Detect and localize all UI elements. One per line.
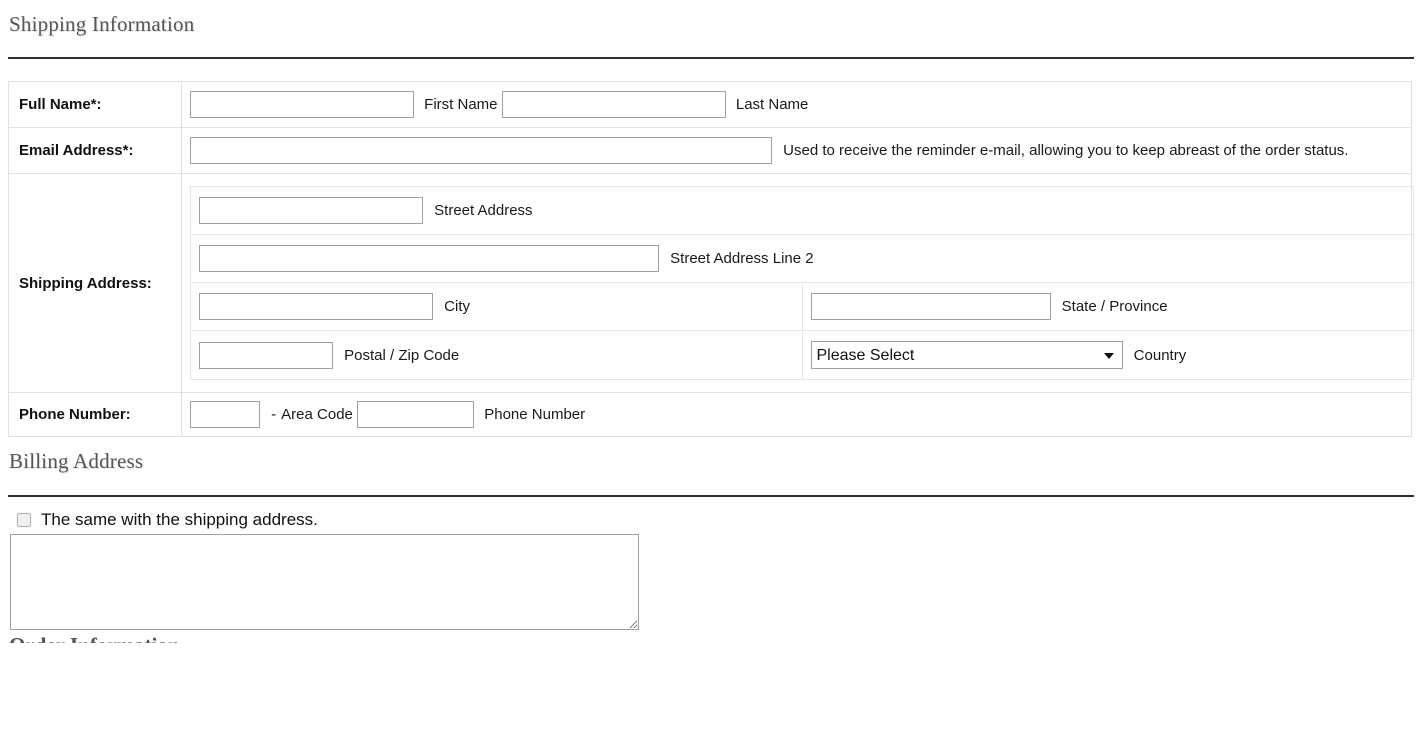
phone-dash: -: [271, 406, 277, 423]
table-row-phone: Phone Number: - Area Code Phone Number: [8, 392, 1412, 437]
same-as-shipping-row: The same with the shipping address.: [13, 511, 1428, 528]
phone-number-hint: Phone Number: [484, 406, 586, 423]
billing-section-title: Billing Address: [9, 449, 144, 473]
phone-number-input[interactable]: [357, 401, 475, 428]
state-province-input[interactable]: [810, 293, 1051, 320]
country-select[interactable]: Please Select: [810, 341, 1123, 369]
state-province-hint: State / Province: [1061, 298, 1168, 315]
next-section-title: Order Information: [0, 630, 1428, 643]
page-title: Shipping Information: [9, 12, 195, 36]
full-name-label: Full Name*:: [8, 81, 182, 128]
country-hint: Country: [1133, 346, 1187, 364]
table-row-email: Email Address*: Used to receive the remi…: [8, 127, 1412, 174]
table-row-full-name: Full Name*: First Name Last Name: [8, 81, 1412, 128]
city-cell: City: [190, 282, 803, 331]
heading-divider: [8, 57, 1414, 59]
street-address-line2-hint: Street Address Line 2: [670, 250, 814, 267]
table-row-zip-country: Postal / Zip Code Please Select Country: [190, 330, 1414, 380]
area-code-hint: Area Code: [281, 406, 353, 423]
email-input[interactable]: [190, 137, 772, 164]
shipping-address-fields: Street Address Street Address Line 2 Cit…: [181, 173, 1414, 393]
shipping-form-page: Shipping Information Full Name*: First N…: [0, 0, 1428, 643]
same-as-shipping-checkbox[interactable]: [17, 512, 31, 527]
city-input[interactable]: [199, 293, 433, 320]
city-hint: City: [444, 298, 471, 315]
table-row-shipping-address: Shipping Address: Street Address Street …: [8, 173, 1414, 393]
phone-fields: - Area Code Phone Number: [181, 392, 1412, 437]
state-cell: State / Province: [801, 282, 1414, 331]
street-address-line2-input[interactable]: [199, 245, 659, 272]
zip-cell: Postal / Zip Code: [190, 330, 803, 380]
postal-zip-input[interactable]: [199, 341, 333, 369]
email-hint: Used to receive the reminder e-mail, all…: [783, 142, 1349, 159]
billing-heading-divider: [8, 495, 1414, 497]
street-address-hint: Street Address: [434, 202, 533, 219]
full-name-fields: First Name Last Name: [181, 81, 1412, 128]
address-subtable: Street Address Street Address Line 2 Cit…: [190, 186, 1414, 380]
street-address-input[interactable]: [199, 197, 423, 224]
table-row-street2: Street Address Line 2: [190, 234, 1414, 283]
street-cell: Street Address: [190, 186, 1414, 235]
billing-address-block: The same with the shipping address.: [0, 511, 1428, 630]
country-cell: Please Select Country: [801, 330, 1414, 380]
email-fields: Used to receive the reminder e-mail, all…: [181, 127, 1412, 174]
shipping-form-table: Full Name*: First Name Last Name Email A…: [8, 81, 1414, 437]
street2-cell: Street Address Line 2: [190, 234, 1414, 283]
first-name-hint: First Name: [424, 96, 498, 113]
table-row-city-state: City State / Province: [190, 282, 1414, 331]
table-row-street: Street Address: [190, 186, 1414, 235]
area-code-input[interactable]: [190, 401, 260, 428]
billing-address-textarea[interactable]: [10, 534, 639, 630]
country-select-wrap: Please Select: [810, 341, 1123, 369]
email-label: Email Address*:: [8, 127, 182, 174]
postal-zip-hint: Postal / Zip Code: [344, 346, 460, 364]
last-name-hint: Last Name: [735, 96, 809, 113]
phone-label: Phone Number:: [8, 392, 182, 437]
first-name-input[interactable]: [190, 91, 414, 118]
last-name-input[interactable]: [501, 91, 726, 118]
shipping-address-label: Shipping Address:: [8, 173, 182, 393]
same-as-shipping-label: The same with the shipping address.: [41, 510, 318, 529]
